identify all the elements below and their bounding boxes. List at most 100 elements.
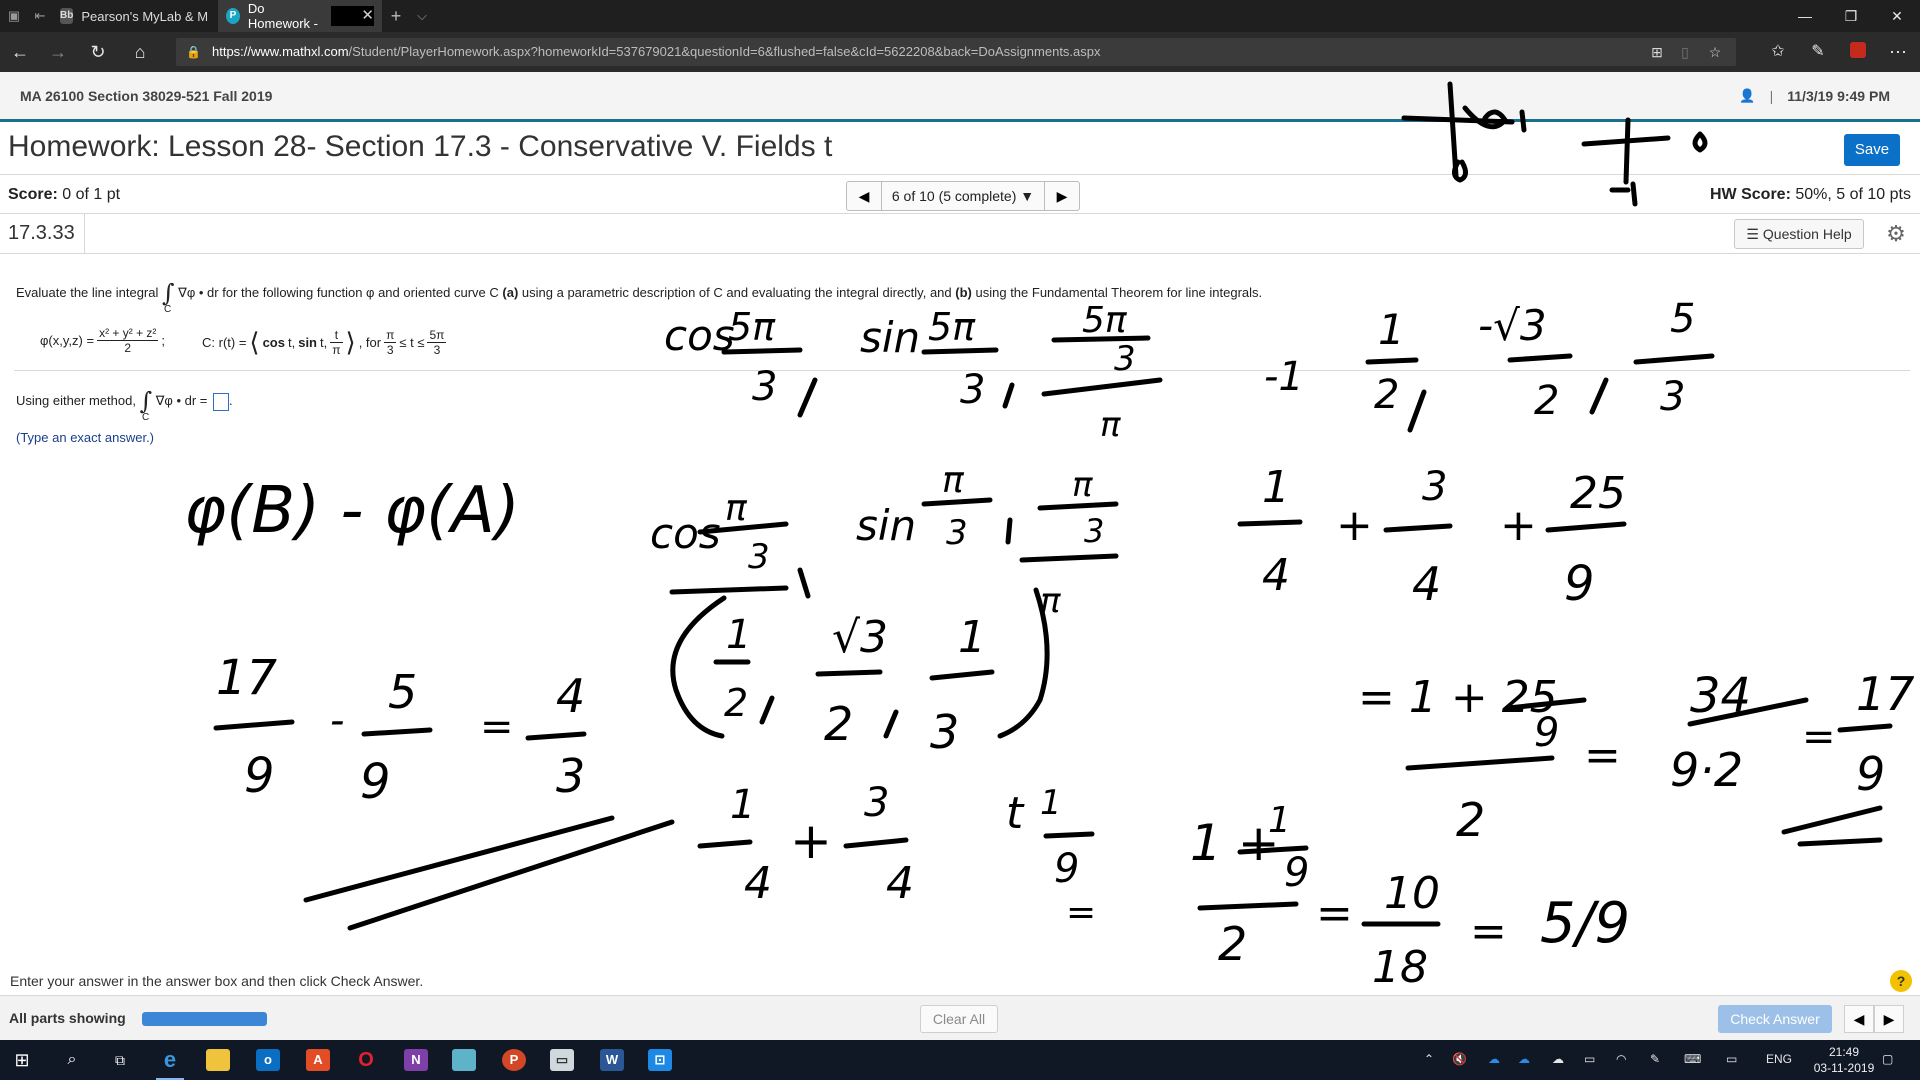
windows-start-icon[interactable]: ⊞ xyxy=(2,1044,42,1076)
cloud-icon[interactable]: ☁ xyxy=(1552,1052,1564,1066)
reading-view-icon[interactable]: ▯ xyxy=(1676,43,1694,61)
pen-workspace-icon[interactable]: ✎ xyxy=(1650,1052,1660,1066)
tray-chevron-icon[interactable]: ⌃ xyxy=(1424,1052,1434,1066)
next-question-icon[interactable]: ▶ xyxy=(1045,182,1079,210)
app-window-icon[interactable]: ▭ xyxy=(542,1044,582,1076)
restore-icon[interactable]: ❐ xyxy=(1828,0,1874,32)
onenote-icon[interactable]: N xyxy=(396,1044,436,1076)
opera-icon[interactable]: O xyxy=(346,1044,386,1076)
new-tab-icon[interactable]: + xyxy=(388,7,404,25)
file-explorer-icon[interactable] xyxy=(198,1044,238,1076)
close-tab-icon[interactable]: ✕ xyxy=(361,8,374,24)
answer-integral-symbol: ∫ xyxy=(139,387,153,415)
tab-actions-icon[interactable]: ▣ xyxy=(6,8,22,24)
clock[interactable]: 21:49 03-11-2019 xyxy=(1808,1044,1880,1076)
list-icon: ☰ xyxy=(1746,226,1759,242)
address-bar[interactable]: 🔒 https://www.mathxl.com/Student/PlayerH… xyxy=(176,38,1736,66)
answer-line: Using either method, ∫ ∇φ • dr = . xyxy=(16,387,233,415)
tab-label: Pearson's MyLab & Masterii xyxy=(81,8,208,24)
curve-for: , for xyxy=(358,335,382,350)
question-number: 17.3.33 xyxy=(8,222,75,244)
acrobat-icon[interactable]: A xyxy=(298,1044,338,1076)
home-icon[interactable]: ⌂ xyxy=(128,40,152,64)
question-selector[interactable]: 6 of 10 (5 complete) ▼ xyxy=(881,182,1045,210)
score-label: Score: xyxy=(8,186,58,203)
answer-integral-subscript: C xyxy=(142,412,150,423)
forward-icon[interactable]: → xyxy=(46,40,70,64)
curve-cos: cos xyxy=(262,335,285,350)
reader-extension-icon[interactable]: ⊞ xyxy=(1648,43,1666,61)
answer-input[interactable] xyxy=(213,392,230,411)
word-icon[interactable]: W xyxy=(592,1044,632,1076)
url-path: /Student/PlayerHomework.aspx?homeworkId=… xyxy=(348,44,1101,59)
user-area: 👤 | 11/3/19 9:49 PM xyxy=(1739,88,1890,104)
progress-fill xyxy=(142,1012,267,1026)
blackboard-favicon-icon: Bb xyxy=(60,8,74,24)
footer-previous-icon[interactable]: ◀ xyxy=(1844,1005,1874,1033)
task-view-icon[interactable]: ⧉ xyxy=(100,1044,140,1076)
onedrive-business-icon[interactable]: ☁ xyxy=(1518,1052,1530,1066)
clear-all-button[interactable]: Clear All xyxy=(920,1005,998,1033)
pen-notes-icon[interactable]: ✎ xyxy=(1806,40,1830,64)
score-value: 0 of 1 pt xyxy=(62,186,121,203)
course-title: MA 26100 Section 38029-521 Fall 2019 xyxy=(20,88,273,104)
clock-date: 03-11-2019 xyxy=(1813,1061,1875,1075)
phi-denominator: 2 xyxy=(124,341,132,355)
phi-lhs: φ(x,y,z) = xyxy=(40,333,95,348)
question-help-button[interactable]: ☰ Question Help xyxy=(1734,219,1864,249)
battery-icon[interactable]: ▭ xyxy=(1584,1052,1595,1066)
sticky-notes-icon[interactable] xyxy=(444,1044,484,1076)
divider xyxy=(84,214,85,254)
store-icon[interactable]: ⊡ xyxy=(640,1044,680,1076)
phi-definition: φ(x,y,z) = x² + y² + z² 2 ; xyxy=(40,326,165,355)
help-question-icon[interactable]: ? xyxy=(1890,970,1912,992)
onedrive-icon[interactable]: ☁ xyxy=(1488,1052,1500,1066)
integral-subscript: C xyxy=(164,304,172,315)
curve-t1: t, xyxy=(287,335,296,350)
favorite-star-icon[interactable]: ☆ xyxy=(1706,43,1724,61)
question-divider xyxy=(14,370,1910,371)
refresh-icon[interactable]: ↻ xyxy=(86,40,110,64)
minimize-icon[interactable]: — xyxy=(1782,0,1828,32)
score-row: Score: 0 of 1 pt ◀ 6 of 10 (5 complete) … xyxy=(0,174,1920,214)
curve-lhs: C: r(t) = xyxy=(202,335,247,350)
question-prompt: Evaluate the line integral ∫ ∇φ • dr for… xyxy=(16,279,1262,307)
browser-nav-bar: ← → ↻ ⌂ 🔒 https://www.mathxl.com/Student… xyxy=(0,32,1920,72)
homework-title: Homework: Lesson 28- Section 17.3 - Cons… xyxy=(8,130,833,163)
user-icon[interactable]: 👤 xyxy=(1739,88,1755,104)
tab-pearson-mylab[interactable]: Bb Pearson's MyLab & Masterii xyxy=(52,0,216,32)
close-window-icon[interactable]: ✕ xyxy=(1874,0,1920,32)
more-options-icon[interactable]: ⋯ xyxy=(1886,40,1910,64)
tab-aside-icon[interactable]: ⇤ xyxy=(32,8,48,24)
display-icon[interactable]: ▭ xyxy=(1726,1052,1737,1066)
tab-do-homework[interactable]: P Do Homework - ✕ xyxy=(218,0,382,32)
language-indicator[interactable]: ENG xyxy=(1766,1052,1792,1066)
range-mid: ≤ t ≤ xyxy=(399,335,425,350)
favorites-hub-icon[interactable]: ✩ xyxy=(1766,40,1790,64)
gear-icon[interactable]: ⚙ xyxy=(1884,222,1908,246)
search-icon[interactable]: ⌕ xyxy=(52,1044,92,1076)
action-center-icon[interactable]: ▢ xyxy=(1882,1052,1893,1066)
check-answer-button[interactable]: Check Answer xyxy=(1718,1005,1832,1033)
outlook-icon[interactable]: o xyxy=(248,1044,288,1076)
course-header: MA 26100 Section 38029-521 Fall 2019 👤 |… xyxy=(0,72,1920,122)
extension-badge-icon[interactable] xyxy=(1846,40,1870,64)
hw-score: HW Score: 50%, 5 of 10 pts xyxy=(1710,186,1911,204)
integrand: ∇φ • dr xyxy=(178,285,219,300)
lock-icon: 🔒 xyxy=(186,45,201,59)
footer-next-icon[interactable]: ▶ xyxy=(1874,1005,1904,1033)
answer-integrand: ∇φ • dr = xyxy=(155,393,208,408)
curve-definition: C: r(t) = ⟨ cos t, sin t, tπ ⟩ , for π3 … xyxy=(202,327,447,358)
save-button[interactable]: Save xyxy=(1844,134,1900,166)
back-icon[interactable]: ← xyxy=(8,40,32,64)
edge-browser-icon[interactable]: e xyxy=(150,1044,190,1080)
phi-end: ; xyxy=(161,333,166,348)
previous-question-icon[interactable]: ◀ xyxy=(847,182,881,210)
wifi-icon[interactable]: ◠ xyxy=(1616,1052,1626,1066)
volume-muted-icon[interactable]: 🔇 xyxy=(1452,1052,1467,1066)
curve-close-bracket: ⟩ xyxy=(345,327,356,358)
curve-t2: t, xyxy=(320,335,328,350)
powerpoint-icon[interactable]: P xyxy=(494,1044,534,1076)
tab-list-chevron-icon[interactable]: ⌵ xyxy=(414,8,430,24)
keyboard-icon[interactable]: ⌨ xyxy=(1684,1052,1701,1066)
